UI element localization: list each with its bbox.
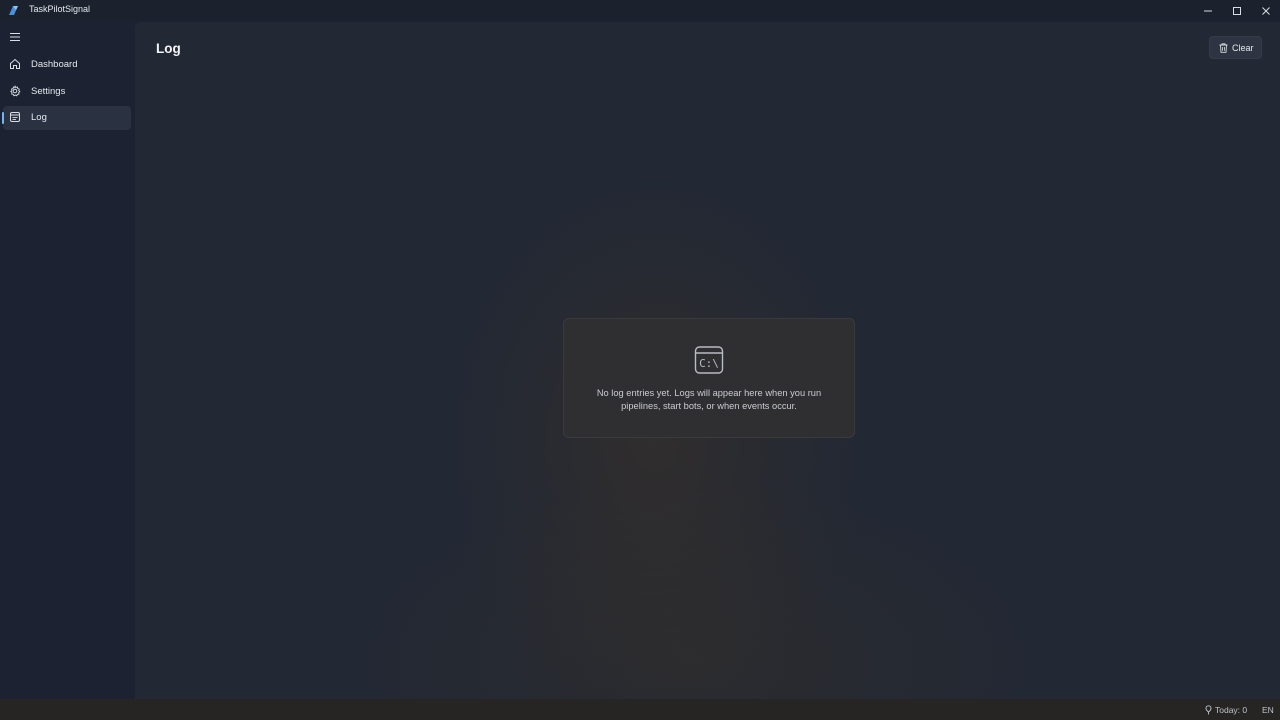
- status-bar: Today: 0 EN: [0, 699, 1280, 720]
- today-counter[interactable]: Today: 0: [1205, 704, 1247, 716]
- app-title: TaskPilotSignal: [29, 4, 91, 14]
- sidebar-item-log[interactable]: Log: [2, 106, 131, 130]
- close-button[interactable]: [1250, 0, 1280, 21]
- title-bar: TaskPilotSignal: [0, 0, 1280, 21]
- svg-text:C:\: C:\: [699, 357, 719, 370]
- empty-state-message: No log entries yet. Logs will appear her…: [596, 388, 822, 411]
- terminal-icon: C:\: [694, 346, 724, 374]
- active-indicator: [2, 112, 4, 124]
- sidebar-item-label: Dashboard: [31, 59, 78, 70]
- page-title: Log: [156, 41, 181, 56]
- sidebar-item-settings[interactable]: Settings: [3, 80, 131, 104]
- app-logo-icon: [9, 6, 18, 15]
- minimize-icon: [1204, 10, 1212, 11]
- home-icon: [10, 58, 20, 69]
- main-content: Log Clear C:\ No log entries yet. Logs w…: [135, 22, 1280, 699]
- sidebar-item-label: Log: [31, 112, 47, 123]
- close-icon: [1262, 6, 1270, 15]
- pin-icon: [1205, 705, 1212, 715]
- hamburger-icon: [10, 33, 20, 41]
- log-icon: [10, 112, 20, 122]
- today-count-label: Today: 0: [1215, 705, 1248, 715]
- language-indicator[interactable]: EN: [1262, 705, 1274, 715]
- sidebar-item-label: Settings: [31, 86, 66, 97]
- sidebar-item-dashboard[interactable]: Dashboard: [3, 53, 131, 77]
- maximize-icon: [1233, 6, 1241, 15]
- trash-icon: [1219, 43, 1228, 53]
- menu-toggle-button[interactable]: [4, 26, 26, 48]
- gear-icon: [10, 85, 21, 97]
- clear-button-label: Clear: [1232, 43, 1254, 53]
- maximize-button[interactable]: [1221, 0, 1253, 21]
- minimize-button[interactable]: [1192, 0, 1224, 21]
- sidebar: Dashboard Settings Log: [0, 21, 134, 699]
- empty-state-card: C:\ No log entries yet. Logs will appear…: [563, 318, 855, 438]
- clear-button[interactable]: Clear: [1209, 36, 1262, 59]
